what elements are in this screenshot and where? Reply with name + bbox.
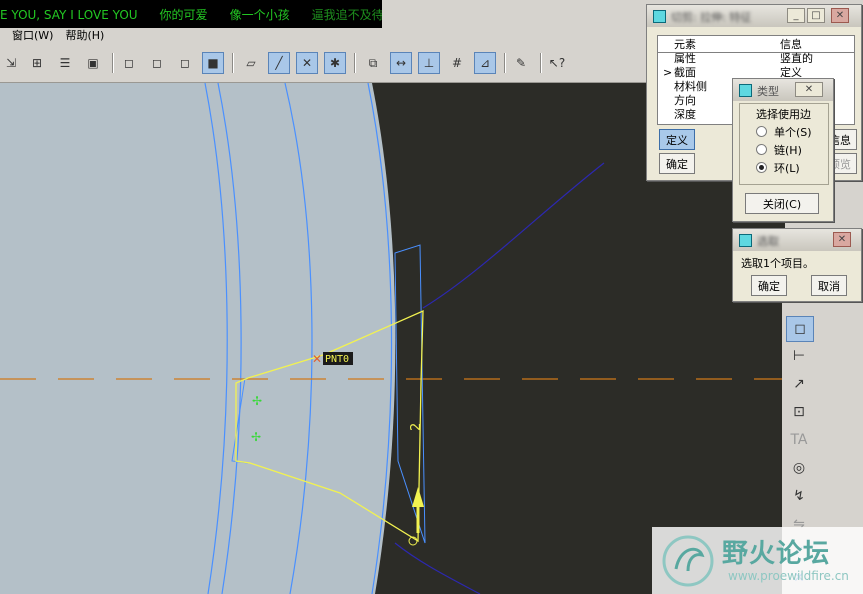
main-toolbar: ⇲ ⊞ ☰ ▣ ◻ ◻ ◻ ■ ▱ ╱ ✕ ✱ ⧉ ↔ ⊥ # ⊿ ✎ ↖? [0,46,650,83]
saved-views-icon[interactable]: ▣ [82,52,104,74]
loop-radio[interactable] [756,162,767,173]
constraint-marker-1: ✢ [252,394,262,408]
dialog-icon [739,234,752,247]
select-dialog: 选取 ✕ 选取1个项目。 确定 取消 [732,228,862,302]
datum-point-icon[interactable]: ✕ [296,52,318,74]
trim-icon[interactable]: ↯ [786,484,812,508]
single-radio[interactable] [756,126,767,137]
close-button[interactable]: 关闭(C) [745,193,819,214]
lyric-line-2: 你的可爱 [159,8,208,22]
list-item[interactable]: 属性 竖直的 [658,52,854,66]
vertex-display-icon[interactable]: ⊿ [474,52,496,74]
feature-dialog-title: 切剪: 拉伸: 特征 [671,11,752,24]
list-header: 元素 信息 [674,38,802,51]
select-dialog-title: 选取 [757,235,779,248]
hidden-line-icon[interactable]: ◻ [146,52,168,74]
palette-icon[interactable]: ◎ [786,456,812,480]
wireframe-icon[interactable]: ◻ [118,52,140,74]
constraint-marker-2: ✢ [251,430,261,444]
datum-curve [422,162,605,309]
watermark-logo [662,535,714,587]
edge-type-title: 类型 [757,85,779,98]
watermark-name: 野火论坛 [722,539,831,569]
layers-icon[interactable]: ☰ [54,52,76,74]
loop-label: 环(L) [774,162,800,175]
select-ok-button[interactable]: 确定 [751,275,787,296]
regenerate-icon[interactable]: ⇲ [0,52,22,74]
dimension-display-icon[interactable]: ↔ [390,52,412,74]
watermark: 野火论坛 www.proewildfire.cn [652,527,863,594]
maximize-icon[interactable]: □ [807,8,825,23]
datum-point-label: PNT0 [325,354,349,365]
define-button[interactable]: 定义 [659,129,695,150]
sketcher-diagnostics-icon[interactable]: ✎ [510,52,532,74]
close-icon[interactable]: ✕ [795,82,823,97]
arc-tool-icon[interactable]: ↗ [786,372,812,396]
shading-icon[interactable]: ■ [202,52,224,74]
datum-point-marker: ✕ [312,352,322,366]
feature-dialog-titlebar: 切剪: 拉伸: 特征 _ □ ✕ [647,5,861,27]
coordinate-system-icon[interactable]: ✱ [324,52,346,74]
edge-type-titlebar: 类型 ✕ [733,79,833,101]
minimize-icon[interactable]: _ [787,8,805,23]
use-edge-icon[interactable]: ⊡ [786,400,812,424]
no-hidden-icon[interactable]: ◻ [174,52,196,74]
dialog-icon [653,10,666,23]
close-icon[interactable]: ✕ [833,232,851,247]
direction-arrow [412,487,424,507]
dimension-text: 2 [409,423,424,431]
menu-bar: 窗口(W) 帮助(H) [0,28,382,45]
lyric-line-3: 像一个小孩 [229,8,290,22]
edge-option-group: 选择使用边 单个(S) 链(H) 环(L) [739,103,829,185]
select-message: 选取1个项目。 [741,257,814,270]
datum-plane-icon[interactable]: ▱ [240,52,262,74]
ok-button[interactable]: 确定 [659,153,695,174]
edge-type-dialog: 类型 ✕ 选择使用边 单个(S) 链(H) 环(L) 关闭(C) [732,78,834,222]
lyric-line-4: 逼我追不及待 [311,8,382,22]
dialog-icon [739,84,752,97]
datum-curve-lower [394,542,481,594]
select-rect-icon[interactable]: ◻ [786,316,814,342]
close-icon[interactable]: ✕ [831,8,849,23]
line-tool-icon[interactable]: ⊢ [786,344,812,368]
chain-label: 链(H) [774,144,802,157]
chain-radio[interactable] [756,144,767,155]
part-surface [0,83,396,594]
select-cancel-button[interactable]: 取消 [811,275,847,296]
datum-axis-icon[interactable]: ╱ [268,52,290,74]
context-help-icon[interactable]: ↖? [546,52,568,74]
text-tool-icon[interactable]: TA [786,428,812,452]
group-label: 选择使用边 [756,108,811,121]
select-dialog-titlebar: 选取 ✕ [733,229,861,251]
menu-help[interactable]: 帮助(H) [65,29,104,42]
constraint-display-icon[interactable]: ⊥ [418,52,440,74]
grid-display-icon[interactable]: # [446,52,468,74]
lyric-line-1: E YOU, SAY I LOVE YOU [0,8,138,22]
single-label: 单个(S) [774,126,812,139]
sketch-view-icon[interactable]: ⧉ [362,52,384,74]
watermark-url: www.proewildfire.cn [728,569,849,583]
model-tree-icon[interactable]: ⊞ [26,52,48,74]
menu-window[interactable]: 窗口(W) [12,29,53,42]
lyrics-bar: E YOU, SAY I LOVE YOU 你的可爱 像一个小孩 逼我追不及待 [0,0,382,30]
